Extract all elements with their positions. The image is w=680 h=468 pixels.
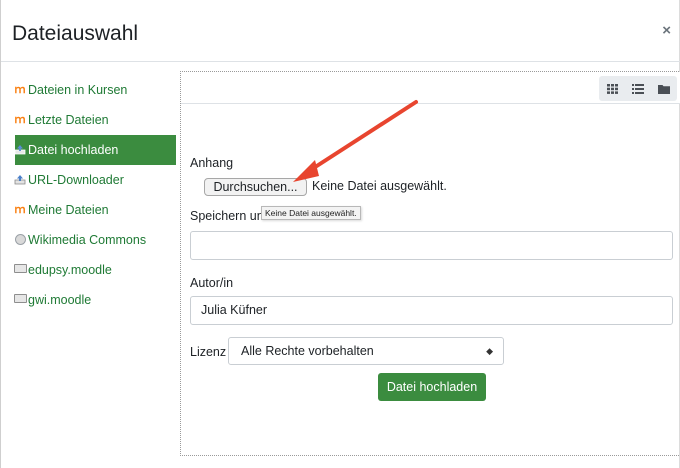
sidebar-item-label: edupsy.moodle xyxy=(28,263,112,277)
drive-icon xyxy=(14,294,27,306)
sidebar-item-label: gwi.moodle xyxy=(28,293,92,307)
sidebar-item-gwi[interactable]: gwi.moodle xyxy=(1,285,176,315)
sidebar-item-label: Meine Dateien xyxy=(28,203,109,217)
tree-view-icon[interactable] xyxy=(651,76,677,101)
upload-file-button[interactable]: Datei hochladen xyxy=(378,373,486,401)
upload-panel: Anhang Durchsuchen... Keine Datei ausgew… xyxy=(180,71,680,456)
sidebar-item-label: Letzte Dateien xyxy=(28,113,109,127)
file-tooltip: Keine Datei ausgewählt. xyxy=(261,206,361,220)
upload-icon xyxy=(14,144,26,156)
sidebar-item-recent-files[interactable]: ｍ Letzte Dateien xyxy=(1,105,176,135)
moodle-icon: ｍ xyxy=(14,203,26,216)
sidebar-item-my-files[interactable]: ｍ Meine Dateien xyxy=(1,195,176,225)
moodle-icon: ｍ xyxy=(14,113,26,126)
browse-button[interactable]: Durchsuchen... xyxy=(204,178,307,196)
sidebar-item-label: Datei hochladen xyxy=(28,143,119,157)
url-downloader-icon xyxy=(14,174,26,186)
license-select[interactable]: Alle Rechte vorbehalten ◆ xyxy=(228,337,504,365)
list-view-icon[interactable] xyxy=(625,76,651,101)
view-switcher xyxy=(599,76,677,101)
repository-sidebar: ｍ Dateien in Kursen ｍ Letzte Dateien Dat… xyxy=(1,75,176,315)
moodle-icon: ｍ xyxy=(14,83,26,96)
license-label: Lizenz xyxy=(190,345,227,359)
sidebar-item-wikimedia[interactable]: Wikimedia Commons xyxy=(1,225,176,255)
author-label: Autor/in xyxy=(190,276,234,290)
sidebar-item-label: URL-Downloader xyxy=(28,173,124,187)
sidebar-item-url-downloader[interactable]: URL-Downloader xyxy=(1,165,176,195)
dialog-header: Dateiauswahl × xyxy=(1,0,680,62)
sidebar-item-label: Wikimedia Commons xyxy=(28,233,147,247)
sidebar-item-upload-file[interactable]: Datei hochladen xyxy=(14,135,176,165)
icons-view-icon[interactable] xyxy=(599,76,625,101)
wikimedia-icon xyxy=(14,234,26,246)
file-picker-dialog: Dateiauswahl × ｍ Dateien in Kursen ｍ Let… xyxy=(0,0,680,468)
save-as-input[interactable] xyxy=(190,231,673,260)
sidebar-item-label: Dateien in Kursen xyxy=(28,83,128,97)
select-caret-icon: ◆ xyxy=(486,346,493,356)
attachment-label: Anhang xyxy=(190,156,234,170)
view-toolbar xyxy=(181,72,680,104)
close-icon[interactable]: × xyxy=(662,22,671,39)
license-select-value: Alle Rechte vorbehalten xyxy=(241,344,374,358)
dialog-title: Dateiauswahl xyxy=(12,22,139,45)
drive-icon xyxy=(14,264,27,276)
sidebar-item-edupsy[interactable]: edupsy.moodle xyxy=(1,255,176,285)
author-input[interactable]: Julia Küfner xyxy=(190,296,673,325)
sidebar-item-course-files[interactable]: ｍ Dateien in Kursen xyxy=(1,75,176,105)
no-file-selected-text: Keine Datei ausgewählt. xyxy=(312,179,447,193)
